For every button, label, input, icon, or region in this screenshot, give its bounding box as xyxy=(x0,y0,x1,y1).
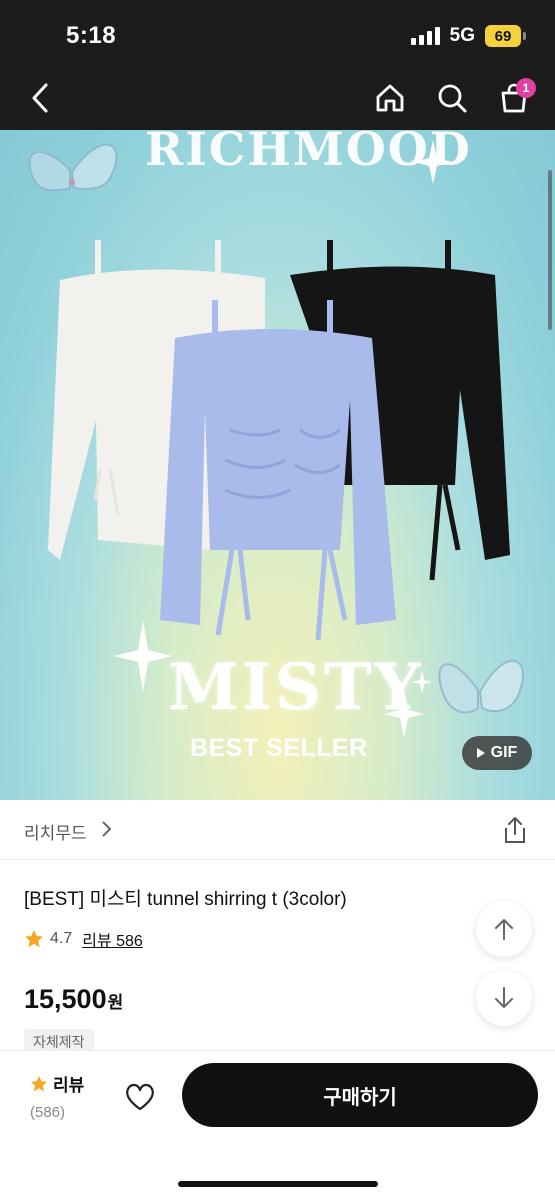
image-scrollbar[interactable] xyxy=(548,170,552,330)
review-summary-count: (586) xyxy=(30,1104,66,1121)
price-value: 15,500 xyxy=(24,984,107,1014)
product-title: [BEST] 미스티 tunnel shirring t (3color) xyxy=(24,889,347,910)
home-button[interactable] xyxy=(370,78,410,118)
hero-title: MISTY xyxy=(168,650,424,725)
play-icon xyxy=(476,748,485,758)
back-button[interactable] xyxy=(20,78,60,118)
home-icon xyxy=(376,84,404,112)
store-row: 리치무드 xyxy=(0,800,555,860)
butterfly-icon-top-left xyxy=(28,143,118,192)
star-icon xyxy=(25,930,43,948)
share-icon xyxy=(505,817,525,843)
product-image[interactable]: RICHMOOD MISTY BEST SELLER GIF xyxy=(0,130,555,800)
battery-level: 69 xyxy=(494,27,512,45)
arrow-up-icon xyxy=(495,919,513,940)
buy-button[interactable]: 구매하기 xyxy=(182,1063,538,1127)
rating-value: 4.7 xyxy=(50,930,73,947)
chevron-right-icon xyxy=(102,821,112,837)
chevron-left-icon xyxy=(32,83,48,113)
wishlist-button[interactable] xyxy=(122,1079,158,1115)
status-time: 5:18 xyxy=(66,22,117,49)
price-currency: 원 xyxy=(107,993,124,1012)
price-row: 15,500 원 xyxy=(24,984,123,1015)
signal-icon xyxy=(410,27,440,45)
battery-icon: 69 xyxy=(485,25,526,47)
store-name-link[interactable]: 리치무드 xyxy=(24,819,87,844)
blue-top xyxy=(160,300,396,641)
status-bar: 5:18 5G 69 xyxy=(0,0,555,66)
heart-icon xyxy=(126,1083,154,1111)
top-nav-bar: 1 xyxy=(0,66,555,130)
status-indicators: 5G 69 xyxy=(410,25,526,47)
network-label: 5G xyxy=(449,25,475,46)
search-icon xyxy=(438,84,467,113)
search-button[interactable] xyxy=(432,78,472,118)
review-summary[interactable]: 리뷰 (586) xyxy=(30,1071,84,1121)
scroll-down-button[interactable] xyxy=(476,970,532,1026)
cart-count-badge: 1 xyxy=(516,78,536,98)
review-summary-label: 리뷰 xyxy=(53,1076,85,1095)
scroll-up-button[interactable] xyxy=(476,901,532,957)
home-indicator xyxy=(178,1181,378,1187)
brand-watermark: RICHMOOD xyxy=(145,130,472,176)
review-link[interactable]: 리뷰 586 xyxy=(82,927,143,951)
share-button[interactable] xyxy=(500,814,530,846)
hero-subtitle: BEST SELLER xyxy=(190,734,368,762)
butterfly-icon-bottom-right xyxy=(438,660,524,714)
star-icon xyxy=(30,1075,48,1091)
gif-label: GIF xyxy=(490,744,518,761)
bottom-action-bar: 리뷰 (586) 구매하기 xyxy=(0,1050,555,1200)
arrow-down-icon xyxy=(495,987,513,1008)
gif-button[interactable]: GIF xyxy=(462,736,532,770)
rating-row: 4.7 리뷰 586 xyxy=(24,927,143,951)
cart-button[interactable]: 1 xyxy=(494,78,536,118)
